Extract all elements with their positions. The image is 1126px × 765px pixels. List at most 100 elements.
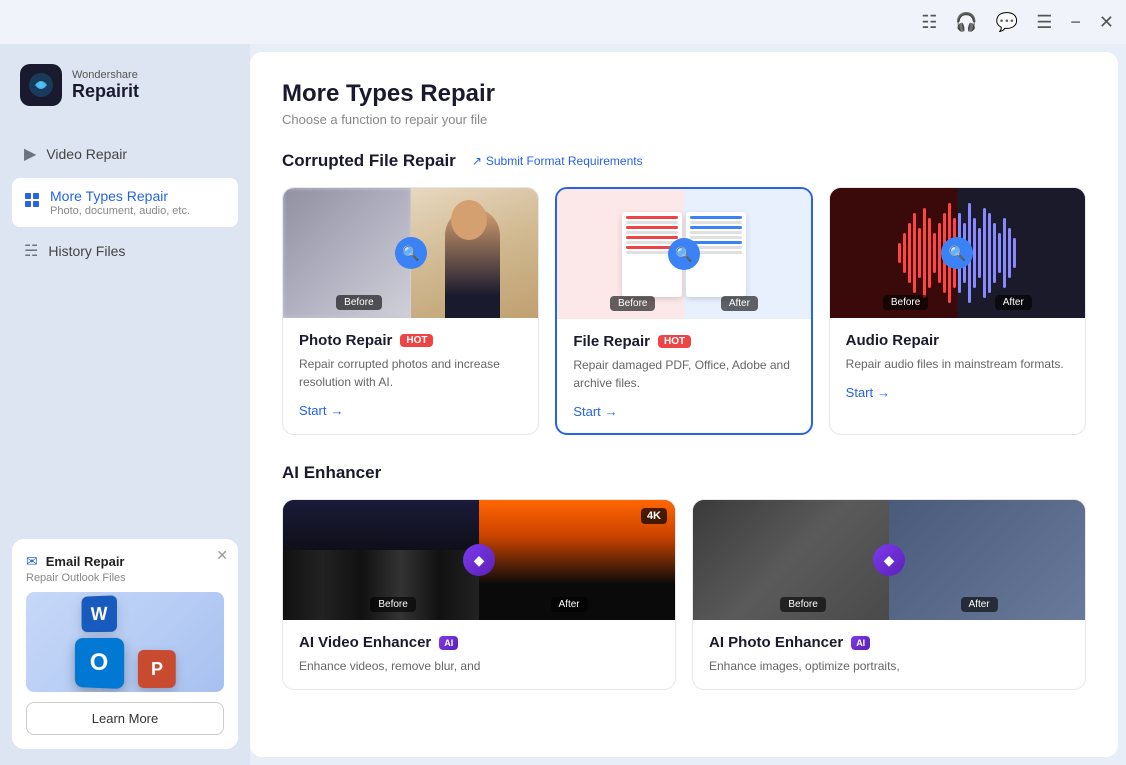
audio-after-label: After bbox=[995, 295, 1032, 310]
email-repair-card: ✕ ✉ Email Repair Repair Outlook Files W … bbox=[12, 539, 238, 749]
chat-icon[interactable]: 💬 bbox=[996, 12, 1018, 33]
file-ba-labels: Before After bbox=[557, 296, 810, 311]
close-icon[interactable]: ✕ bbox=[1099, 12, 1114, 33]
word-icon: W bbox=[82, 595, 117, 632]
audio-before-label: Before bbox=[883, 295, 928, 310]
audio-repair-desc: Repair audio files in mainstream formats… bbox=[846, 355, 1069, 373]
video-repair-icon: ▶ bbox=[24, 144, 36, 164]
ai-photo-overlay-icon: ◆ bbox=[873, 544, 905, 576]
ai-enhancer-header: AI Enhancer bbox=[282, 463, 1086, 483]
photo-repair-card[interactable]: 🔍 Before After Photo Repair HOT Repair c… bbox=[282, 187, 539, 435]
submit-link-text: Submit Format Requirements bbox=[486, 154, 643, 168]
logo-brand: Wondershare bbox=[72, 69, 139, 81]
audio-start-label: Start bbox=[846, 385, 873, 400]
logo-area: Wondershare Repairit bbox=[12, 60, 238, 110]
logo-text: Wondershare Repairit bbox=[72, 69, 139, 102]
sidebar-spacer bbox=[12, 275, 238, 527]
submit-format-link[interactable]: ↗ Submit Format Requirements bbox=[472, 154, 643, 168]
file-before-label: Before bbox=[610, 296, 655, 311]
ai-enhancer-cards: 4K ◆ Before After AI Video Enhancer AI E… bbox=[282, 499, 1086, 690]
audio-start-arrow: → bbox=[877, 385, 890, 400]
audio-repair-title: Audio Repair bbox=[846, 332, 939, 349]
ai-video-body: AI Video Enhancer AI Enhance videos, rem… bbox=[283, 620, 675, 689]
file-repair-card[interactable]: 🔍 Before After File Repair HOT Repair da… bbox=[555, 187, 812, 435]
audio-repair-start[interactable]: Start → bbox=[846, 385, 1069, 400]
audio-repair-icon: 🔍 bbox=[941, 237, 973, 269]
photo-ba-labels: Before After bbox=[283, 295, 538, 310]
ai-video-title: AI Video Enhancer bbox=[299, 634, 431, 651]
ai-photo-before-label: Before bbox=[780, 597, 825, 612]
audio-repair-title-row: Audio Repair bbox=[846, 332, 1069, 349]
ai-photo-enhancer-card[interactable]: ◆ Before After AI Photo Enhancer AI Enha… bbox=[692, 499, 1086, 690]
external-link-icon: ↗ bbox=[472, 154, 482, 168]
menu-icon[interactable]: ☰ bbox=[1036, 12, 1052, 33]
photo-repair-icon: 🔍 bbox=[395, 237, 427, 269]
file-repair-body: File Repair HOT Repair damaged PDF, Offi… bbox=[557, 319, 810, 433]
email-card-close-icon[interactable]: ✕ bbox=[216, 547, 228, 564]
ai-video-badge: AI bbox=[439, 636, 458, 650]
ai-video-title-row: AI Video Enhancer AI bbox=[299, 634, 659, 651]
main-content: More Types Repair Choose a function to r… bbox=[250, 52, 1118, 757]
sidebar-item-video-repair[interactable]: ▶ Video Repair bbox=[12, 134, 238, 174]
corrupted-file-repair-title: Corrupted File Repair bbox=[282, 151, 456, 171]
audio-repair-card[interactable]: 🔍 Before After Audio Repair Repair audio… bbox=[829, 187, 1086, 435]
audio-repair-body: Audio Repair Repair audio files in mains… bbox=[830, 318, 1085, 414]
page-title: More Types Repair bbox=[282, 80, 1086, 108]
ai-photo-image: ◆ Before After bbox=[693, 500, 1085, 620]
email-card-header: ✉ Email Repair bbox=[26, 553, 224, 570]
file-after-label: After bbox=[721, 296, 758, 311]
photo-repair-image: 🔍 Before After bbox=[283, 188, 538, 318]
file-hot-badge: HOT bbox=[658, 335, 691, 348]
ai-photo-after-label: After bbox=[961, 597, 998, 612]
file-repair-start[interactable]: Start → bbox=[573, 404, 794, 419]
file-repair-title-row: File Repair HOT bbox=[573, 333, 794, 350]
file-repair-title: File Repair bbox=[573, 333, 650, 350]
ai-photo-title: AI Photo Enhancer bbox=[709, 634, 843, 651]
sidebar-item-label-history-files: History Files bbox=[48, 243, 125, 259]
ai-enhancer-title: AI Enhancer bbox=[282, 463, 381, 483]
sidebar-item-label-video-repair: Video Repair bbox=[46, 146, 127, 162]
more-types-label: More Types Repair bbox=[50, 188, 190, 204]
ai-photo-desc: Enhance images, optimize portraits, bbox=[709, 657, 1069, 675]
app-logo-icon bbox=[20, 64, 62, 106]
learn-more-button[interactable]: Learn More bbox=[26, 702, 224, 735]
ai-video-ba-labels: Before After bbox=[283, 597, 675, 612]
sidebar: Wondershare Repairit ▶ Video Repair More… bbox=[0, 44, 250, 765]
minimize-icon[interactable]: − bbox=[1070, 12, 1081, 33]
ai-photo-body: AI Photo Enhancer AI Enhance images, opt… bbox=[693, 620, 1085, 689]
email-card-illustration: W O P bbox=[26, 592, 224, 692]
more-types-label-group: More Types Repair Photo, document, audio… bbox=[50, 188, 190, 217]
sidebar-item-history-files[interactable]: ☵ History Files bbox=[12, 231, 238, 271]
ai-video-desc: Enhance videos, remove blur, and bbox=[299, 657, 659, 675]
audio-ba-labels: Before After bbox=[830, 295, 1085, 310]
corrupted-file-repair-header: Corrupted File Repair ↗ Submit Format Re… bbox=[282, 151, 1086, 171]
outlook-icon: O bbox=[75, 638, 124, 689]
ai-video-image: 4K ◆ Before After bbox=[283, 500, 675, 620]
photo-repair-start[interactable]: Start → bbox=[299, 403, 522, 418]
history-files-icon: ☵ bbox=[24, 241, 38, 261]
photo-start-label: Start bbox=[299, 403, 326, 418]
page-subtitle: Choose a function to repair your file bbox=[282, 112, 1086, 127]
powerpoint-icon: P bbox=[138, 650, 176, 688]
email-icon: ✉ bbox=[26, 553, 38, 570]
headset-icon[interactable]: 🎧 bbox=[955, 12, 977, 33]
email-card-sub: Repair Outlook Files bbox=[26, 572, 224, 584]
more-types-icon bbox=[24, 192, 40, 213]
corrupted-file-repair-cards: 🔍 Before After Photo Repair HOT Repair c… bbox=[282, 187, 1086, 435]
email-card-title: Email Repair bbox=[46, 554, 125, 569]
photo-repair-title: Photo Repair bbox=[299, 332, 392, 349]
ai-video-overlay-icon: ◆ bbox=[463, 544, 495, 576]
photo-repair-body: Photo Repair HOT Repair corrupted photos… bbox=[283, 318, 538, 432]
more-types-sub: Photo, document, audio, etc. bbox=[50, 205, 190, 217]
account-icon[interactable]: ☷ bbox=[921, 12, 937, 33]
sidebar-item-more-types-repair[interactable]: More Types Repair Photo, document, audio… bbox=[12, 178, 238, 227]
ai-video-enhancer-card[interactable]: 4K ◆ Before After AI Video Enhancer AI E… bbox=[282, 499, 676, 690]
title-bar: ☷ 🎧 💬 ☰ − ✕ bbox=[0, 0, 1126, 44]
file-repair-icon: 🔍 bbox=[668, 238, 700, 270]
photo-start-arrow: → bbox=[330, 403, 343, 418]
photo-before-label: Before bbox=[336, 295, 381, 310]
ai-video-after-label: After bbox=[551, 597, 588, 612]
floating-icons-group: W O P bbox=[64, 592, 186, 692]
ai-video-before-label: Before bbox=[370, 597, 415, 612]
logo-name: Repairit bbox=[72, 81, 139, 102]
